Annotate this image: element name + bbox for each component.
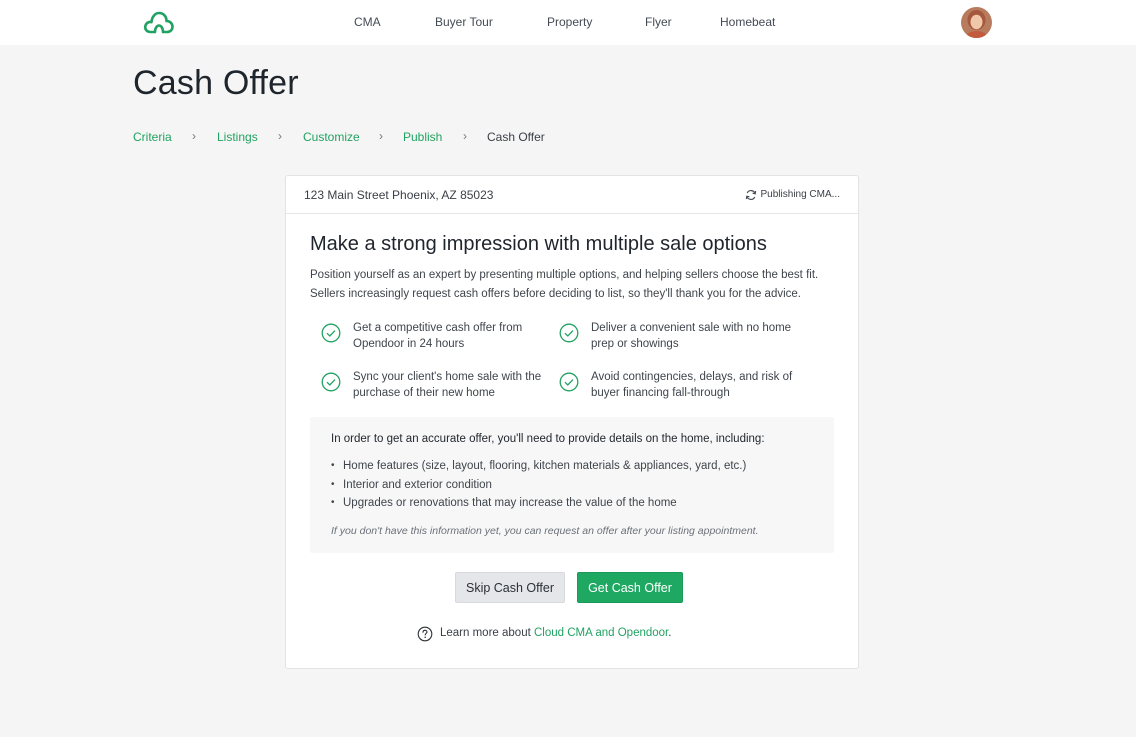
get-cash-offer-button[interactable]: Get Cash Offer [577, 572, 683, 603]
breadcrumb-criteria[interactable]: Criteria [133, 130, 172, 144]
benefit-item: Deliver a convenient sale with no home p… [559, 321, 831, 352]
top-nav: CMA Buyer Tour Property Flyer Homebeat [0, 0, 1136, 45]
benefit-text: Opendoor in 24 hours [353, 337, 465, 350]
requirements-list: Home features (size, layout, flooring, k… [331, 460, 746, 516]
card-header: 123 Main Street Phoenix, AZ 85023 Publis… [286, 176, 858, 214]
list-item: Interior and exterior condition [331, 479, 746, 498]
check-circle-icon [321, 372, 341, 392]
list-item: Upgrades or renovations that may increas… [331, 497, 746, 516]
benefit-text: Deliver a convenient sale with no home [591, 322, 792, 334]
avatar[interactable] [961, 7, 992, 38]
property-address: 123 Main Street Phoenix, AZ 85023 [304, 188, 494, 202]
benefit-item: Avoid contingencies, delays, and risk of… [559, 370, 831, 401]
page-title: Cash Offer [133, 64, 299, 102]
card-headline: Make a strong impression with multiple s… [310, 233, 767, 255]
intro-line: Position yourself as an expert by presen… [310, 269, 819, 281]
nav-buyer-tour[interactable]: Buyer Tour [435, 15, 493, 29]
publishing-status: Publishing CMA... [745, 189, 840, 201]
publishing-status-label: Publishing CMA... [760, 189, 840, 200]
benefit-text: Avoid contingencies, delays, and risk of [591, 371, 793, 383]
learn-more-suffix: . [668, 627, 672, 639]
breadcrumb-separator: › [379, 129, 383, 143]
refresh-icon [745, 189, 756, 201]
benefit-text: buyer financing fall-through [591, 386, 730, 399]
benefit-text: Get a competitive cash offer from [353, 322, 523, 334]
breadcrumb-publish[interactable]: Publish [403, 130, 442, 144]
requirements-note: If you don't have this information yet, … [331, 525, 759, 537]
nav-property[interactable]: Property [547, 15, 592, 29]
help-circle-icon [417, 626, 433, 642]
nav-flyer[interactable]: Flyer [645, 15, 672, 29]
benefit-item: Sync your client's home sale with the pu… [321, 370, 573, 401]
breadcrumb-separator: › [463, 129, 467, 143]
cloud-logo-icon[interactable] [143, 10, 174, 35]
cash-offer-card: 123 Main Street Phoenix, AZ 85023 Publis… [285, 175, 859, 669]
benefit-text: purchase of their new home [353, 386, 495, 399]
learn-more-link[interactable]: Cloud CMA and Opendoor [534, 627, 668, 639]
benefit-item: Get a competitive cash offer from Opendo… [321, 321, 573, 352]
intro-text: Position yourself as an expert by presen… [310, 266, 840, 304]
intro-line: Sellers increasingly request cash offers… [310, 288, 801, 300]
check-circle-icon [559, 372, 579, 392]
benefit-text: prep or showings [591, 337, 679, 350]
breadcrumb-cash-offer: Cash Offer [487, 130, 545, 144]
list-item: Home features (size, layout, flooring, k… [331, 460, 746, 479]
skip-cash-offer-button[interactable]: Skip Cash Offer [455, 572, 565, 603]
check-circle-icon [321, 323, 341, 343]
breadcrumb-customize[interactable]: Customize [303, 130, 360, 144]
check-circle-icon [559, 323, 579, 343]
learn-more: Learn more about Cloud CMA and Opendoor. [417, 626, 672, 642]
requirements-box: In order to get an accurate offer, you'l… [310, 417, 834, 553]
breadcrumb-separator: › [192, 129, 196, 143]
learn-more-text: Learn more about [440, 627, 534, 639]
nav-cma[interactable]: CMA [354, 15, 381, 29]
breadcrumb-separator: › [278, 129, 282, 143]
benefit-text: Sync your client's home sale with the [353, 371, 542, 383]
nav-homebeat[interactable]: Homebeat [720, 15, 775, 29]
requirements-title: In order to get an accurate offer, you'l… [331, 433, 765, 445]
breadcrumb-listings[interactable]: Listings [217, 130, 258, 144]
